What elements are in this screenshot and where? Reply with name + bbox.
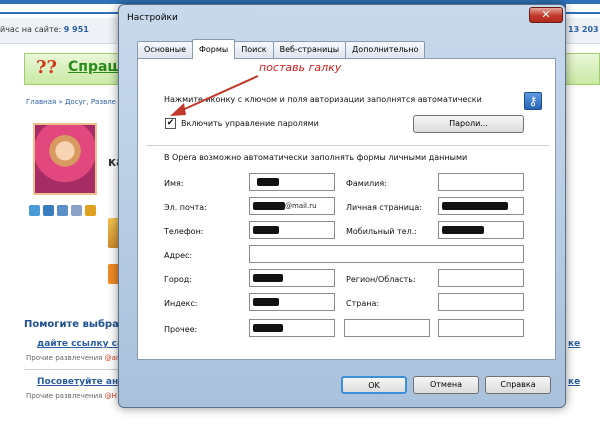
region-label: Регион/Область: [346, 275, 416, 284]
ok-button[interactable]: OK [341, 376, 407, 394]
region-field[interactable] [438, 269, 524, 287]
surname-label: Фамилия: [346, 179, 387, 188]
phone-field[interactable] [249, 221, 335, 239]
name-field[interactable] [249, 173, 335, 191]
site-top-field-right [566, 4, 600, 12]
category-1[interactable]: Прочие развлечения [26, 354, 102, 362]
city-field[interactable] [249, 269, 335, 287]
name-label: Имя: [164, 179, 184, 188]
tab-forms[interactable]: Формы [192, 39, 236, 59]
settings-dialog: Настройки ✕ Основные Формы Поиск Веб-стр… [118, 4, 566, 408]
annotation-text: поставь галку [259, 61, 342, 74]
key-icon[interactable]: ⚷ [524, 92, 542, 110]
camera-icon[interactable] [57, 205, 68, 216]
email-domain: @mail.ru [285, 202, 317, 210]
settings-tabs: Основные Формы Поиск Веб-страницы Дополн… [137, 39, 426, 59]
redacted-value [442, 202, 508, 210]
right-link-fragment-2[interactable]: ке [568, 377, 580, 387]
homepage-field[interactable] [438, 197, 524, 215]
help-heading: Помогите выбрать [24, 319, 131, 330]
autofill-hint: В Opera возможно автоматически заполнять… [164, 153, 468, 162]
help-button[interactable]: Справка [485, 376, 551, 394]
country-label: Страна: [346, 299, 380, 308]
tab-advanced[interactable]: Дополнительно [345, 41, 426, 59]
address-label: Адрес: [164, 251, 193, 260]
password-management-checkbox[interactable]: ✔ [165, 118, 176, 129]
category-2[interactable]: Прочие развлечения [26, 392, 102, 400]
online-counter: йчас на сайте: 9 951 [0, 25, 89, 34]
zip-field[interactable] [249, 293, 335, 311]
online-label: йчас на сайте: [0, 25, 62, 34]
other-label: Прочее: [164, 325, 198, 334]
mobile-label: Мобильный тел.: [346, 227, 417, 236]
pencil-icon[interactable] [85, 205, 96, 216]
surname-field[interactable] [438, 173, 524, 191]
site-brand-link[interactable]: Спраш [68, 59, 122, 75]
breadcrumb[interactable]: Главная » Досуг, Развле [26, 98, 116, 106]
passwords-button[interactable]: Пароли... [413, 115, 524, 133]
address-field[interactable] [249, 245, 524, 263]
tab-search[interactable]: Поиск [234, 41, 274, 59]
dialog-title: Настройки [127, 13, 178, 23]
redacted-value [253, 324, 283, 332]
site-top-field [0, 4, 126, 12]
online-count: 9 951 [63, 25, 89, 34]
profile-icons-row [29, 205, 101, 217]
question-meta-2: Прочие развлечения @Н [26, 392, 117, 400]
redacted-value [253, 226, 279, 234]
country-field[interactable] [438, 293, 524, 311]
city-label: Город: [164, 275, 192, 284]
tab-web-pages[interactable]: Веб-страницы [272, 41, 347, 59]
question-meta-1: Прочие развлечения @ап [26, 354, 120, 362]
user-avatar[interactable] [33, 123, 97, 195]
right-counter: 13 203 [568, 25, 599, 34]
homepage-label: Личная страница: [346, 203, 422, 212]
redacted-value [257, 178, 279, 186]
forms-panel: Нажмите иконку с ключом и поля авторизац… [137, 58, 556, 360]
other-field-3[interactable] [438, 319, 524, 337]
section-divider [146, 145, 549, 146]
phone-label: Телефон: [164, 227, 204, 236]
cancel-button[interactable]: Отмена [413, 376, 479, 394]
author-2[interactable]: @Н [105, 392, 117, 400]
other-field-2[interactable] [344, 319, 430, 337]
right-link-fragment-1[interactable]: ке [568, 339, 580, 349]
email-field[interactable]: @mail.ru [249, 197, 335, 215]
users-icon[interactable] [29, 205, 40, 216]
wand-hint: Нажмите иконку с ключом и поля авторизац… [164, 95, 482, 104]
redacted-value [253, 202, 285, 210]
zip-label: Индекс: [164, 299, 198, 308]
mobile-field[interactable] [438, 221, 524, 239]
site-logo-mark[interactable]: ?? [36, 57, 57, 78]
redacted-value [442, 226, 484, 234]
people-icon[interactable] [71, 205, 82, 216]
password-management-label[interactable]: Включить управление паролями [181, 119, 319, 128]
email-label: Эл. почта: [164, 203, 207, 212]
redacted-value [253, 298, 279, 306]
photo-icon[interactable] [43, 205, 54, 216]
other-field-1[interactable] [249, 319, 335, 337]
redacted-value [253, 274, 283, 282]
close-button[interactable]: ✕ [529, 7, 563, 23]
divider [24, 369, 124, 370]
tab-general[interactable]: Основные [137, 41, 194, 59]
